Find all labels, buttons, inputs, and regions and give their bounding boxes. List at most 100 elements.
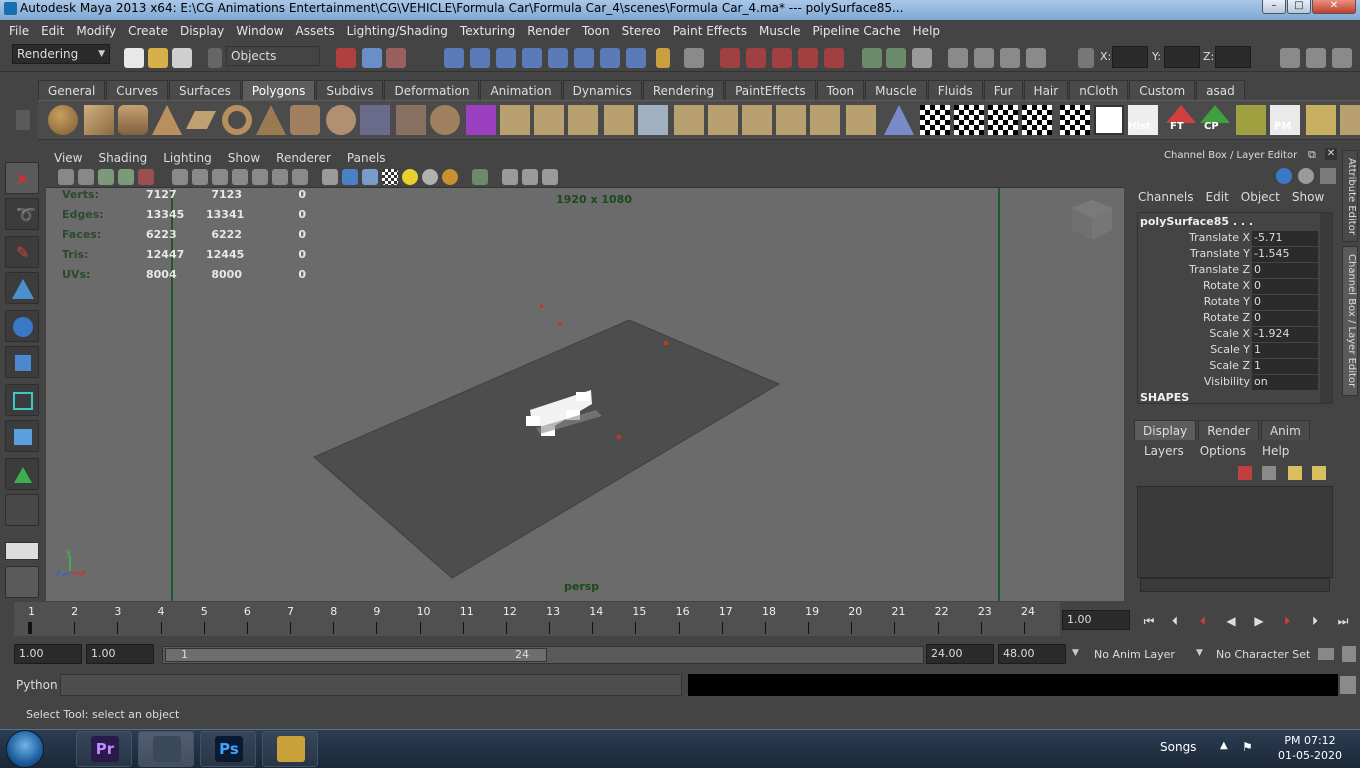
select-component-icon[interactable]: [386, 48, 406, 68]
poly-cylinder-icon[interactable]: [118, 105, 148, 135]
snap-grid-icon[interactable]: [720, 48, 740, 68]
move-layer-down-icon[interactable]: [1312, 466, 1326, 480]
move-layer-up-icon[interactable]: [1288, 466, 1302, 480]
taskbar-photoshop-button[interactable]: Ps: [200, 731, 256, 767]
menu-pipeline-cache[interactable]: Pipeline Cache: [807, 24, 907, 38]
tab-curves[interactable]: Curves: [106, 80, 168, 100]
current-frame-field[interactable]: 1.00: [1062, 610, 1130, 630]
camera-attributes-icon[interactable]: [78, 169, 94, 185]
channel-row-translate-y[interactable]: Translate Y -1.545: [1138, 247, 1318, 263]
anim-prefs-icon[interactable]: [1342, 646, 1356, 662]
script-editor-icon[interactable]: [1340, 676, 1356, 694]
layout-single-icon[interactable]: [5, 542, 39, 560]
tab-surfaces[interactable]: Surfaces: [168, 80, 241, 100]
start-button[interactable]: [6, 730, 44, 768]
new-scene-icon[interactable]: [124, 48, 144, 68]
tab-toon[interactable]: Toon: [816, 80, 865, 100]
mask-handles-icon[interactable]: [444, 48, 464, 68]
mask-deformations-icon[interactable]: [548, 48, 568, 68]
command-input[interactable]: [60, 674, 682, 696]
uv-checker-1-icon[interactable]: [920, 105, 950, 135]
channel-value-field[interactable]: 0: [1252, 295, 1318, 310]
channel-row-scale-z[interactable]: Scale Z1: [1138, 359, 1318, 375]
step-back-frame-icon[interactable]: ⏴: [1166, 612, 1184, 630]
mask-surfaces-icon[interactable]: [522, 48, 542, 68]
2d-pan-zoom-icon[interactable]: [138, 169, 154, 185]
tab-polygons[interactable]: Polygons: [241, 80, 316, 100]
menu-help[interactable]: Help: [907, 24, 946, 38]
tab-animation[interactable]: Animation: [480, 80, 562, 100]
viewport-menu-shading[interactable]: Shading: [90, 151, 155, 165]
bookmarks-icon[interactable]: [98, 169, 114, 185]
combine-icon[interactable]: [360, 105, 390, 135]
output-history-icon[interactable]: [886, 48, 906, 68]
command-language[interactable]: Python: [16, 678, 58, 692]
menu-muscle[interactable]: Muscle: [753, 24, 807, 38]
menu-paint-effects[interactable]: Paint Effects: [667, 24, 753, 38]
character-set-dropdown-arrow[interactable]: ▼: [1196, 648, 1203, 658]
go-to-end-icon[interactable]: ⏭: [1334, 612, 1352, 630]
tab-deformation[interactable]: Deformation: [384, 80, 480, 100]
viewport-menu-lighting[interactable]: Lighting: [155, 151, 220, 165]
channel-row-translate-z[interactable]: Translate Z0: [1138, 263, 1318, 279]
pen-tool-icon[interactable]: [1236, 105, 1266, 135]
menuset-dropdown[interactable]: Rendering ▼: [12, 44, 110, 64]
show-manipulator-icon[interactable]: [5, 458, 39, 490]
highlight-selection-icon[interactable]: [684, 48, 704, 68]
attribute-editor-tab[interactable]: Attribute Editor: [1342, 150, 1358, 242]
menu-create[interactable]: Create: [122, 24, 174, 38]
grid-icon[interactable]: [172, 169, 188, 185]
transform-input-icon[interactable]: [1078, 48, 1094, 68]
select-tool-icon[interactable]: ➤: [5, 162, 39, 194]
anim-layer-dropdown-arrow[interactable]: ▼: [1072, 648, 1079, 658]
smooth-icon[interactable]: [430, 105, 460, 135]
channel-box-tab[interactable]: Channel Box / Layer Editor: [1342, 246, 1358, 396]
key-icon[interactable]: [1318, 648, 1334, 660]
manipulator-tool-icon[interactable]: [5, 384, 39, 416]
menu-edit[interactable]: Edit: [35, 24, 70, 38]
quick-layout-icon[interactable]: [5, 566, 39, 598]
tab-fur[interactable]: Fur: [983, 80, 1023, 100]
show-tool-settings-icon[interactable]: [1306, 48, 1326, 68]
poly-pipe-icon[interactable]: [290, 105, 320, 135]
channelbox-menu-channels[interactable]: Channels: [1132, 190, 1200, 204]
mask-joints-icon[interactable]: [470, 48, 490, 68]
layer-menu-layers[interactable]: Layers: [1136, 444, 1192, 458]
make-live-icon[interactable]: [824, 48, 844, 68]
bevel-icon[interactable]: [708, 105, 738, 135]
snapshot-icon[interactable]: [1094, 105, 1124, 135]
poly-sphere-icon[interactable]: [48, 105, 78, 135]
spherical-map-icon[interactable]: [846, 105, 876, 135]
tab-painteffects[interactable]: PaintEffects: [725, 80, 816, 100]
smooth-proxy-icon[interactable]: [466, 105, 496, 135]
minimize-button[interactable]: –: [1262, 0, 1286, 14]
mask-dynamics-icon[interactable]: [574, 48, 594, 68]
layer-list[interactable]: [1137, 486, 1333, 578]
maximize-button[interactable]: □: [1287, 0, 1311, 14]
taskbar-explorer-button[interactable]: [262, 731, 318, 767]
field-chart-icon[interactable]: [252, 169, 268, 185]
last-tool-icon[interactable]: [5, 494, 39, 526]
tab-general[interactable]: General: [38, 80, 106, 100]
open-scene-icon[interactable]: [148, 48, 168, 68]
layer-tab-display[interactable]: Display: [1134, 420, 1197, 440]
channel-value-field[interactable]: 0: [1252, 279, 1318, 294]
append-polygon-icon[interactable]: [568, 105, 598, 135]
tab-subdivs[interactable]: Subdivs: [316, 80, 384, 100]
smooth-shade-icon[interactable]: [342, 169, 358, 185]
view-cube[interactable]: [1072, 200, 1112, 240]
mask-rendering-icon[interactable]: [600, 48, 620, 68]
insert-edgeloop-icon[interactable]: [638, 105, 668, 135]
menu-display[interactable]: Display: [174, 24, 230, 38]
render-current-icon[interactable]: [974, 48, 994, 68]
rotate-tool-icon[interactable]: [5, 310, 39, 342]
isolate-select-icon[interactable]: [472, 169, 488, 185]
time-slider[interactable]: 1 2 3 4 5 6 7 8 9 10 11 12 13 14 15 16 17 18 19 20 21 22 23 24: [14, 602, 1060, 636]
wireframe-on-shaded-icon[interactable]: [362, 169, 378, 185]
paint-select-tool-icon[interactable]: ✎: [5, 236, 39, 268]
xray-icon[interactable]: [502, 169, 518, 185]
sculpt-icon[interactable]: [1340, 105, 1360, 135]
bridge-icon[interactable]: [534, 105, 564, 135]
ground-plane[interactable]: [313, 319, 781, 579]
current-time-indicator[interactable]: [28, 622, 32, 634]
